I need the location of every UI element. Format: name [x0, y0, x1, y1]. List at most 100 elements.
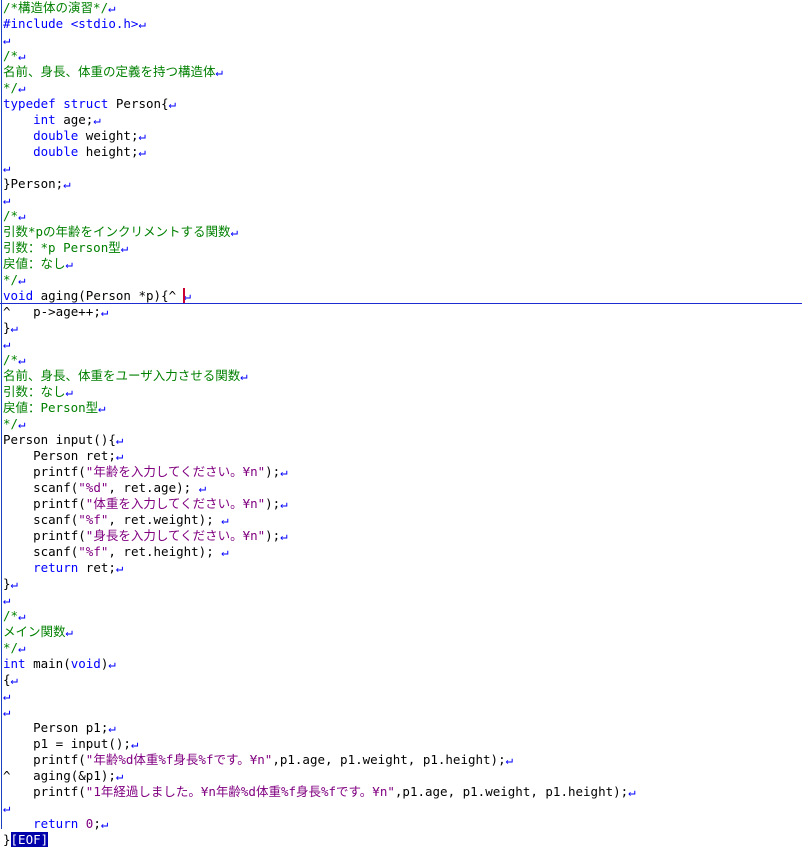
code-line[interactable]: printf("身長を入力してください。¥n");↵ — [3, 528, 288, 544]
code-line[interactable]: 引数：なし↵ — [3, 384, 73, 400]
code-editor[interactable]: /*構造体の演習*/↵ #include <stdio.h>↵ ↵/*↵ 名前、身長、… — [0, 0, 802, 847]
newline-mark-icon: ↵ — [3, 800, 11, 815]
newline-mark-icon: ↵ — [240, 368, 248, 383]
code-line[interactable]: ↵ — [3, 592, 11, 608]
code-line[interactable]: 戻値：Person型↵ — [3, 400, 106, 416]
code-line[interactable]: scanf("%f", ret.height); ↵ — [3, 544, 229, 560]
code-token: typedef — [3, 96, 56, 111]
code-token: return — [33, 560, 79, 575]
code-line[interactable]: ↵ — [3, 688, 11, 704]
code-line[interactable]: }Person;↵ — [3, 176, 71, 192]
code-line[interactable]: typedef struct Person{↵ — [3, 96, 176, 112]
code-token: } — [3, 576, 11, 591]
code-line[interactable]: printf("年齢%d体重%f身長%fです。¥n",p1.age, p1.we… — [3, 752, 513, 768]
code-line[interactable]: ↵ — [3, 704, 11, 720]
code-token: 引数：*p Person型 — [3, 240, 121, 255]
newline-mark-icon: ↵ — [65, 384, 74, 399]
code-line[interactable]: ↵ — [3, 160, 11, 176]
code-line[interactable]: Person ret;↵ — [3, 448, 123, 464]
code-token: void — [70, 656, 101, 671]
code-line[interactable]: printf("1年経過しました。¥n年齢%d体重%f身長%fです。¥n",p1… — [3, 784, 636, 800]
code-line[interactable]: return ret;↵ — [3, 560, 123, 576]
code-token: /* — [3, 608, 19, 623]
code-line[interactable]: ^ p->age++;↵ — [3, 304, 108, 320]
newline-mark-icon: ↵ — [115, 432, 124, 447]
code-token: main( — [25, 656, 71, 671]
code-line[interactable]: /*↵ — [3, 608, 26, 624]
code-line[interactable]: int main(void)↵ — [3, 656, 116, 672]
code-token: weight; — [78, 128, 139, 143]
code-token: , ret.age); — [108, 480, 199, 495]
code-line[interactable]: }[EOF] — [3, 832, 49, 848]
code-line[interactable]: int age;↵ — [3, 112, 101, 128]
code-line[interactable]: /*↵ — [3, 48, 26, 64]
newline-mark-icon: ↵ — [93, 112, 101, 127]
editor-left-border — [1, 0, 2, 829]
newline-mark-icon: ↵ — [215, 64, 224, 79]
code-token: /* — [3, 352, 19, 367]
newline-mark-icon: ↵ — [115, 768, 124, 783]
newline-mark-icon: ↵ — [108, 0, 116, 15]
newline-mark-icon: ↵ — [3, 688, 11, 703]
text-caret — [183, 288, 185, 303]
code-line[interactable]: p1 = input();↵ — [3, 736, 138, 752]
code-line[interactable]: Person input(){↵ — [3, 432, 123, 448]
code-line[interactable]: printf("体重を入力してください。¥n");↵ — [3, 496, 288, 512]
newline-mark-icon: ↵ — [138, 128, 147, 143]
code-token: p->age++; — [10, 304, 101, 319]
code-line[interactable]: 名前、身長、体重の定義を持つ構造体↵ — [3, 64, 223, 80]
code-token: ); — [265, 464, 281, 479]
code-line[interactable]: scanf("%f", ret.weight); ↵ — [3, 512, 229, 528]
code-line[interactable]: printf("年齢を入力してください。¥n");↵ — [3, 464, 288, 480]
code-line[interactable]: */↵ — [3, 640, 26, 656]
code-line[interactable]: */↵ — [3, 272, 26, 288]
code-line[interactable]: }↵ — [3, 576, 18, 592]
code-token: */ — [3, 640, 19, 655]
code-token: { — [3, 672, 11, 687]
newline-mark-icon: ↵ — [10, 576, 19, 591]
code-token: p1 = input(); — [3, 736, 131, 751]
code-line[interactable]: ↵ — [3, 32, 11, 48]
code-line[interactable]: double weight;↵ — [3, 128, 146, 144]
code-line[interactable]: /*↵ — [3, 208, 26, 224]
code-line[interactable]: 名前、身長、体重をユーザ入力させる関数↵ — [3, 368, 248, 384]
code-line[interactable]: void aging(Person *p){^ ↵ — [3, 288, 191, 304]
code-line[interactable]: {↵ — [3, 672, 18, 688]
code-line[interactable]: scanf("%d", ret.age); ↵ — [3, 480, 206, 496]
code-line[interactable]: 戻値：なし↵ — [3, 256, 73, 272]
code-line[interactable]: 引数*pの年齢をインクリメントする関数↵ — [3, 224, 238, 240]
code-line[interactable]: return 0;↵ — [3, 816, 108, 832]
code-token: */ — [3, 416, 19, 431]
code-token: double — [33, 144, 79, 159]
newline-mark-icon: ↵ — [18, 416, 26, 431]
code-line[interactable]: double height;↵ — [3, 144, 146, 160]
code-token: */ — [3, 80, 19, 95]
code-token: 戻値：なし — [3, 256, 66, 271]
code-token: printf( — [3, 784, 86, 799]
code-line[interactable]: Person p1;↵ — [3, 720, 116, 736]
newline-mark-icon: ↵ — [221, 544, 229, 559]
newline-mark-icon: ↵ — [65, 256, 74, 271]
code-token: printf( — [3, 752, 86, 767]
code-line[interactable]: ↵ — [3, 800, 11, 816]
code-token: ^ — [168, 288, 184, 303]
code-token: /*構造体の演習*/ — [3, 0, 109, 15]
code-token: Person p1; — [3, 720, 109, 735]
code-line[interactable]: }↵ — [3, 320, 18, 336]
code-line[interactable]: */↵ — [3, 416, 26, 432]
code-line[interactable]: #include <stdio.h>↵ — [3, 16, 146, 32]
code-line[interactable]: /*↵ — [3, 352, 26, 368]
newline-mark-icon: ↵ — [628, 784, 636, 799]
code-line[interactable]: */↵ — [3, 80, 26, 96]
code-token: int — [33, 112, 56, 127]
newline-mark-icon: ↵ — [18, 208, 26, 223]
code-line[interactable]: /*構造体の演習*/↵ — [3, 0, 116, 16]
code-line[interactable]: メイン関数↵ — [3, 624, 73, 640]
code-line[interactable]: ↵ — [3, 336, 11, 352]
code-token: /* — [3, 208, 19, 223]
newline-mark-icon: ↵ — [280, 464, 288, 479]
code-line[interactable]: 引数：*p Person型↵ — [3, 240, 128, 256]
code-line[interactable]: ^ aging(&p1);↵ — [3, 768, 123, 784]
code-line[interactable]: ↵ — [3, 192, 11, 208]
